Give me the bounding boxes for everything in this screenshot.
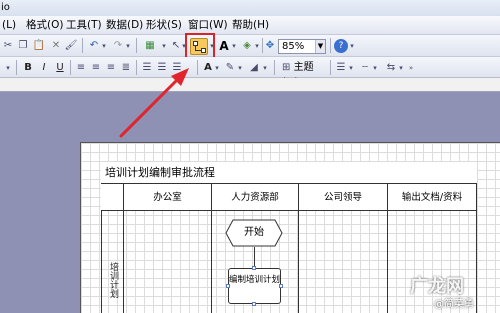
toolbar-separator	[274, 60, 275, 75]
shapes-icon[interactable]: ▦	[143, 38, 157, 54]
line-ends-icon[interactable]: ⇆	[384, 60, 398, 76]
column-header-hr[interactable]: 人力资源部	[212, 184, 298, 211]
flowchart-title[interactable]: 培训计划编制审批流程	[105, 165, 215, 180]
font-color-dropdown-icon[interactable]: ▾	[214, 60, 220, 76]
cut-icon[interactable]: ✂	[2, 38, 14, 54]
menu-item-data[interactable]: 数据(D)	[104, 18, 145, 33]
delete-icon[interactable]: ✕	[50, 38, 62, 54]
selection-handle[interactable]	[252, 266, 256, 270]
line-color-icon[interactable]: ✎	[224, 60, 236, 76]
fill-color-dropdown-icon[interactable]: ▾	[262, 60, 268, 76]
menu-bar: (L) 格式(O) 工具(T) 数据(D) 形状(S) 窗口(W) 帮助(H)	[0, 16, 500, 35]
toolbar-separator	[70, 60, 71, 75]
corner-header-cell	[101, 184, 123, 211]
zoom-value: 85%	[282, 41, 305, 52]
column-header-leadership[interactable]: 公司领导	[299, 184, 387, 211]
toolbar-separator	[262, 38, 263, 53]
selection-handle[interactable]	[252, 302, 256, 306]
toolbar-separator	[197, 60, 198, 75]
connection-point-dropdown-icon[interactable]: ▾	[254, 38, 260, 54]
menu-item-view[interactable]: (L)	[0, 18, 18, 33]
text-tool-icon[interactable]: A	[218, 38, 230, 54]
italic-button[interactable]: I	[38, 60, 50, 76]
watermark: 广龙网 @简英勇	[410, 276, 500, 312]
lane-divider	[387, 184, 388, 313]
font-color-icon[interactable]: A	[202, 60, 214, 76]
toolbar-separator	[16, 60, 17, 75]
font-dropdown-icon[interactable]: ▾	[4, 60, 12, 76]
toolbar-separator	[82, 38, 83, 53]
menu-item-tools[interactable]: 工具(T)	[64, 18, 104, 33]
lane-label[interactable]: 培训计划	[103, 262, 118, 312]
window-title-bar: io	[0, 0, 500, 16]
selection-handle[interactable]	[279, 284, 283, 288]
fill-color-icon[interactable]: ◢	[248, 60, 260, 76]
format-painter-icon[interactable]: 🖌	[64, 38, 78, 54]
lane-divider	[298, 184, 299, 313]
pan-zoom-icon[interactable]: ✥	[264, 38, 276, 54]
redo-icon[interactable]: ↷	[112, 38, 124, 54]
help-icon[interactable]: ?	[334, 39, 348, 53]
start-label: 开始	[244, 227, 264, 238]
window-title: io	[1, 2, 10, 13]
annotation-arrow-icon	[119, 68, 189, 138]
theme-button[interactable]: ⊞ 主题(M)	[282, 60, 326, 88]
underline-button[interactable]: U	[54, 60, 66, 76]
toolbar-options-icon[interactable]: »	[408, 60, 414, 76]
line-weight-icon[interactable]: ☰	[334, 60, 348, 76]
connection-point-icon[interactable]: ◈	[240, 38, 254, 54]
align-center-icon[interactable]: ≡	[90, 60, 102, 76]
horizontal-ruler	[0, 78, 500, 92]
watermark-credit: @简英勇	[434, 299, 474, 310]
toolbar-separator	[136, 38, 137, 53]
column-header-output[interactable]: 输出文档/资料	[388, 184, 476, 211]
copy-icon[interactable]: ❐	[16, 38, 30, 54]
help-dropdown-icon[interactable]: ▾	[349, 38, 355, 54]
flowchart-title-row: 培训计划编制审批流程	[101, 162, 477, 184]
line-ends-dropdown-icon[interactable]: ▾	[398, 60, 404, 76]
undo-icon[interactable]: ↶	[88, 38, 100, 54]
theme-icon: ⊞	[282, 62, 291, 73]
menu-item-shapes[interactable]: 形状(S)	[144, 18, 184, 33]
selection-handle[interactable]	[226, 284, 230, 288]
align-left-icon[interactable]: ≡	[75, 60, 87, 76]
undo-dropdown-icon[interactable]: ▾	[101, 38, 107, 54]
line-pattern-dropdown-icon[interactable]: ▾	[372, 60, 378, 76]
watermark-logo: 广龙网	[410, 276, 464, 297]
column-header-office[interactable]: 办公室	[124, 184, 211, 211]
line-pattern-icon[interactable]: ┄	[358, 60, 372, 76]
toolbar-separator	[330, 38, 331, 53]
lane-divider	[211, 184, 212, 313]
zoom-select[interactable]: 85% ▼	[278, 39, 326, 54]
menu-item-help[interactable]: 帮助(H)	[230, 18, 271, 33]
text-dropdown-icon[interactable]: ▾	[231, 38, 237, 54]
task-box[interactable]: 编制培训计划	[228, 268, 281, 304]
lane-divider	[123, 184, 124, 313]
paste-icon[interactable]: 📋	[32, 38, 46, 54]
line-color-dropdown-icon[interactable]: ▾	[237, 60, 243, 76]
chevron-down-icon[interactable]: ▼	[315, 40, 325, 53]
menu-item-window[interactable]: 窗口(W)	[186, 18, 230, 33]
redo-dropdown-icon[interactable]: ▾	[125, 38, 131, 54]
flow-connector[interactable]	[254, 247, 255, 268]
line-weight-dropdown-icon[interactable]: ▾	[348, 60, 354, 76]
shapes-dropdown-icon[interactable]: ▾	[160, 38, 168, 54]
bold-button[interactable]: B	[22, 60, 34, 76]
toolbar-separator	[330, 60, 331, 75]
menu-item-format[interactable]: 格式(O)	[24, 18, 65, 33]
